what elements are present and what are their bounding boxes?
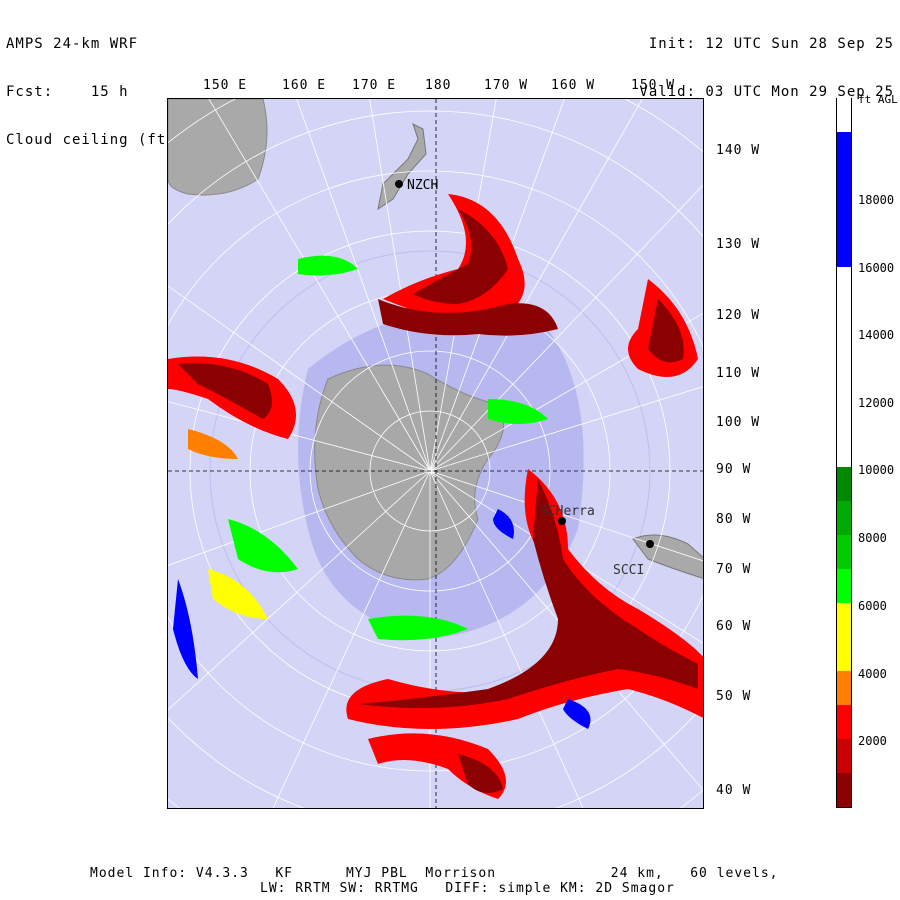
colorbar-bin xyxy=(837,467,851,501)
lon-label-150e: 150 E xyxy=(203,78,248,93)
colorbar-bin xyxy=(837,501,851,535)
lat-label-130w: 130 W xyxy=(716,237,761,252)
lat-label-80w: 80 W xyxy=(716,512,752,527)
station-scherra-label: SCHerra xyxy=(540,504,595,519)
colorbar-label-2000: 2000 xyxy=(858,734,887,748)
colorbar-bin xyxy=(837,569,851,603)
colorbar-bin xyxy=(837,132,851,267)
lon-label-160w: 160 W xyxy=(551,78,596,93)
colorbar-bin xyxy=(837,98,851,132)
model-info-line1: Model Info: V4.3.3 KF MYJ PBL Morrison 2… xyxy=(90,866,779,881)
lon-label-160e: 160 E xyxy=(282,78,327,93)
colorbar-bin xyxy=(837,671,851,705)
model-info-line2: LW: RRTM SW: RRTMG DIFF: simple KM: 2D S… xyxy=(260,881,675,896)
colorbar-label-4000: 4000 xyxy=(858,667,887,681)
colorbar-label-8000: 8000 xyxy=(858,531,887,545)
lat-label-90w: 90 W xyxy=(716,462,752,477)
lat-label-50w: 50 W xyxy=(716,689,752,704)
lat-label-120w: 120 W xyxy=(716,308,761,323)
colorbar-label-6000: 6000 xyxy=(858,599,887,613)
station-scci-marker xyxy=(646,540,654,548)
lon-label-170e: 170 E xyxy=(352,78,397,93)
lon-label-180: 180 xyxy=(425,78,452,93)
colorbar-bin xyxy=(837,535,851,569)
colorbar-bin xyxy=(837,739,851,773)
colorbar-bin xyxy=(837,603,851,637)
map-canvas: NZCH SCHerra SCCI xyxy=(168,99,703,808)
lat-label-140w: 140 W xyxy=(716,143,761,158)
station-nzch-marker xyxy=(395,180,403,188)
polar-map: NZCH SCHerra SCCI xyxy=(167,98,704,809)
lat-label-60w: 60 W xyxy=(716,619,752,634)
lat-label-100w: 100 W xyxy=(716,415,761,430)
colorbar-bin xyxy=(837,267,851,467)
init-time: Init: 12 UTC Sun 28 Sep 25 xyxy=(648,36,894,52)
model-title: AMPS 24-km WRF xyxy=(6,36,139,52)
lat-label-40w: 40 W xyxy=(716,783,752,798)
lon-label-170w: 170 W xyxy=(484,78,529,93)
colorbar-bin xyxy=(837,705,851,739)
colorbar-label-14000: 14000 xyxy=(858,328,895,342)
colorbar-bin xyxy=(837,637,851,671)
colorbar-title: ft AGL xyxy=(858,93,898,106)
station-nzch-label: NZCH xyxy=(407,178,438,193)
lat-label-70w: 70 W xyxy=(716,562,752,577)
colorbar-label-12000: 12000 xyxy=(858,396,895,410)
lon-label-150w: 150 W xyxy=(631,78,676,93)
lat-label-110w: 110 W xyxy=(716,366,761,381)
colorbar-label-18000: 18000 xyxy=(858,193,895,207)
colorbar xyxy=(836,98,852,808)
station-scci-label: SCCI xyxy=(613,563,644,578)
colorbar-label-16000: 16000 xyxy=(858,261,895,275)
colorbar-label-10000: 10000 xyxy=(858,463,895,477)
colorbar-bin xyxy=(837,773,851,807)
